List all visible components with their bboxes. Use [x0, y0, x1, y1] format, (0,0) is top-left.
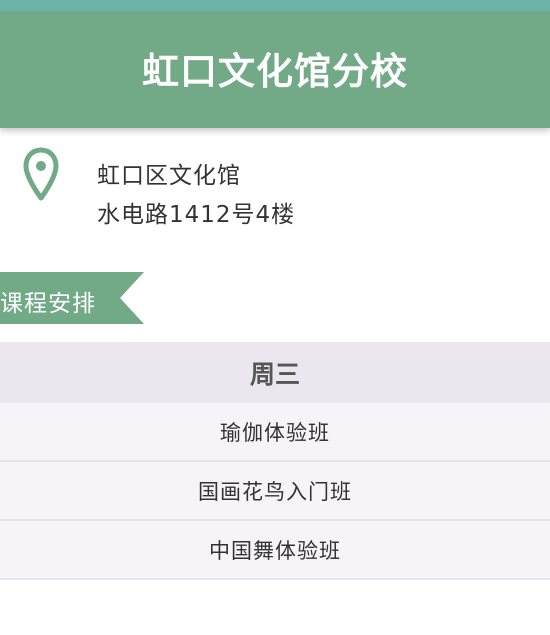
course-row-2[interactable]: 国画花鸟入门班 [0, 462, 550, 521]
header-bar: 虹口文化馆分校 [0, 12, 550, 128]
course-row-1[interactable]: 瑜伽体验班 [0, 403, 550, 462]
section-ribbon: 课程安排 [0, 272, 144, 324]
schedule-table: 周三 瑜伽体验班 国画花鸟入门班 中国舞体验班 [0, 342, 550, 580]
address-venue: 虹口区文化馆 [97, 163, 241, 189]
page-title: 虹口文化馆分校 [142, 50, 408, 93]
section-label: 课程安排 [0, 291, 96, 317]
address-street: 水电路1412号4楼 [97, 202, 296, 228]
location-pin-icon [23, 147, 59, 201]
day-header: 周三 [0, 342, 550, 403]
course-row-3[interactable]: 中国舞体验班 [0, 521, 550, 580]
location-block: 虹口区文化馆 水电路1412号4楼 [0, 140, 550, 240]
top-accent-strip [0, 0, 550, 12]
